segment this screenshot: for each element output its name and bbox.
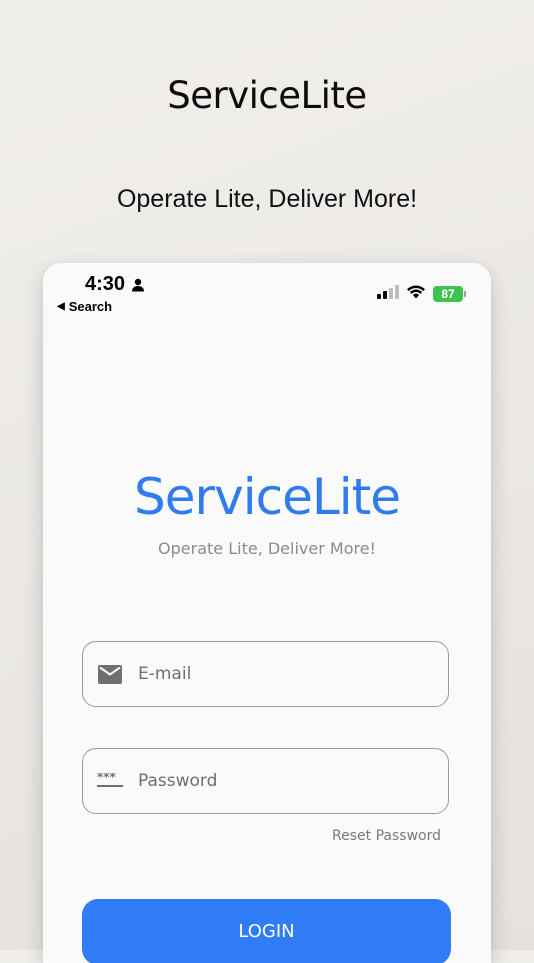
app-logo: ServiceLite <box>134 468 401 526</box>
battery-icon: 87 <box>433 285 466 302</box>
promo-title: ServiceLite <box>167 74 367 117</box>
cellular-signal-icon <box>377 284 399 303</box>
password-input[interactable] <box>138 771 418 791</box>
promo-tagline: Operate Lite, Deliver More! <box>116 185 418 213</box>
status-time-group: 4:30 <box>85 273 145 296</box>
back-triangle-icon: ◀ <box>57 300 65 312</box>
email-input[interactable] <box>138 664 418 684</box>
phone-screen: 4:30 ◀ Search 87 ServiceLite Operate Lit… <box>43 263 491 963</box>
app-tagline: Operate Lite, Deliver More! <box>158 539 376 558</box>
battery-level: 87 <box>441 286 455 301</box>
login-button[interactable]: LOGIN <box>82 899 451 963</box>
status-time: 4:30 <box>85 273 126 295</box>
password-dots-icon: *** <box>97 773 123 789</box>
status-indicators: 87 <box>377 284 466 303</box>
back-to-search[interactable]: ◀ Search <box>57 299 112 314</box>
email-field[interactable] <box>82 641 449 707</box>
back-label: Search <box>68 299 113 314</box>
wifi-icon <box>406 284 426 303</box>
person-icon <box>131 278 145 292</box>
svg-text:***: *** <box>97 773 117 784</box>
mail-icon <box>97 664 123 684</box>
reset-password-link[interactable]: Reset Password <box>332 828 441 844</box>
password-field[interactable]: *** <box>82 748 449 814</box>
